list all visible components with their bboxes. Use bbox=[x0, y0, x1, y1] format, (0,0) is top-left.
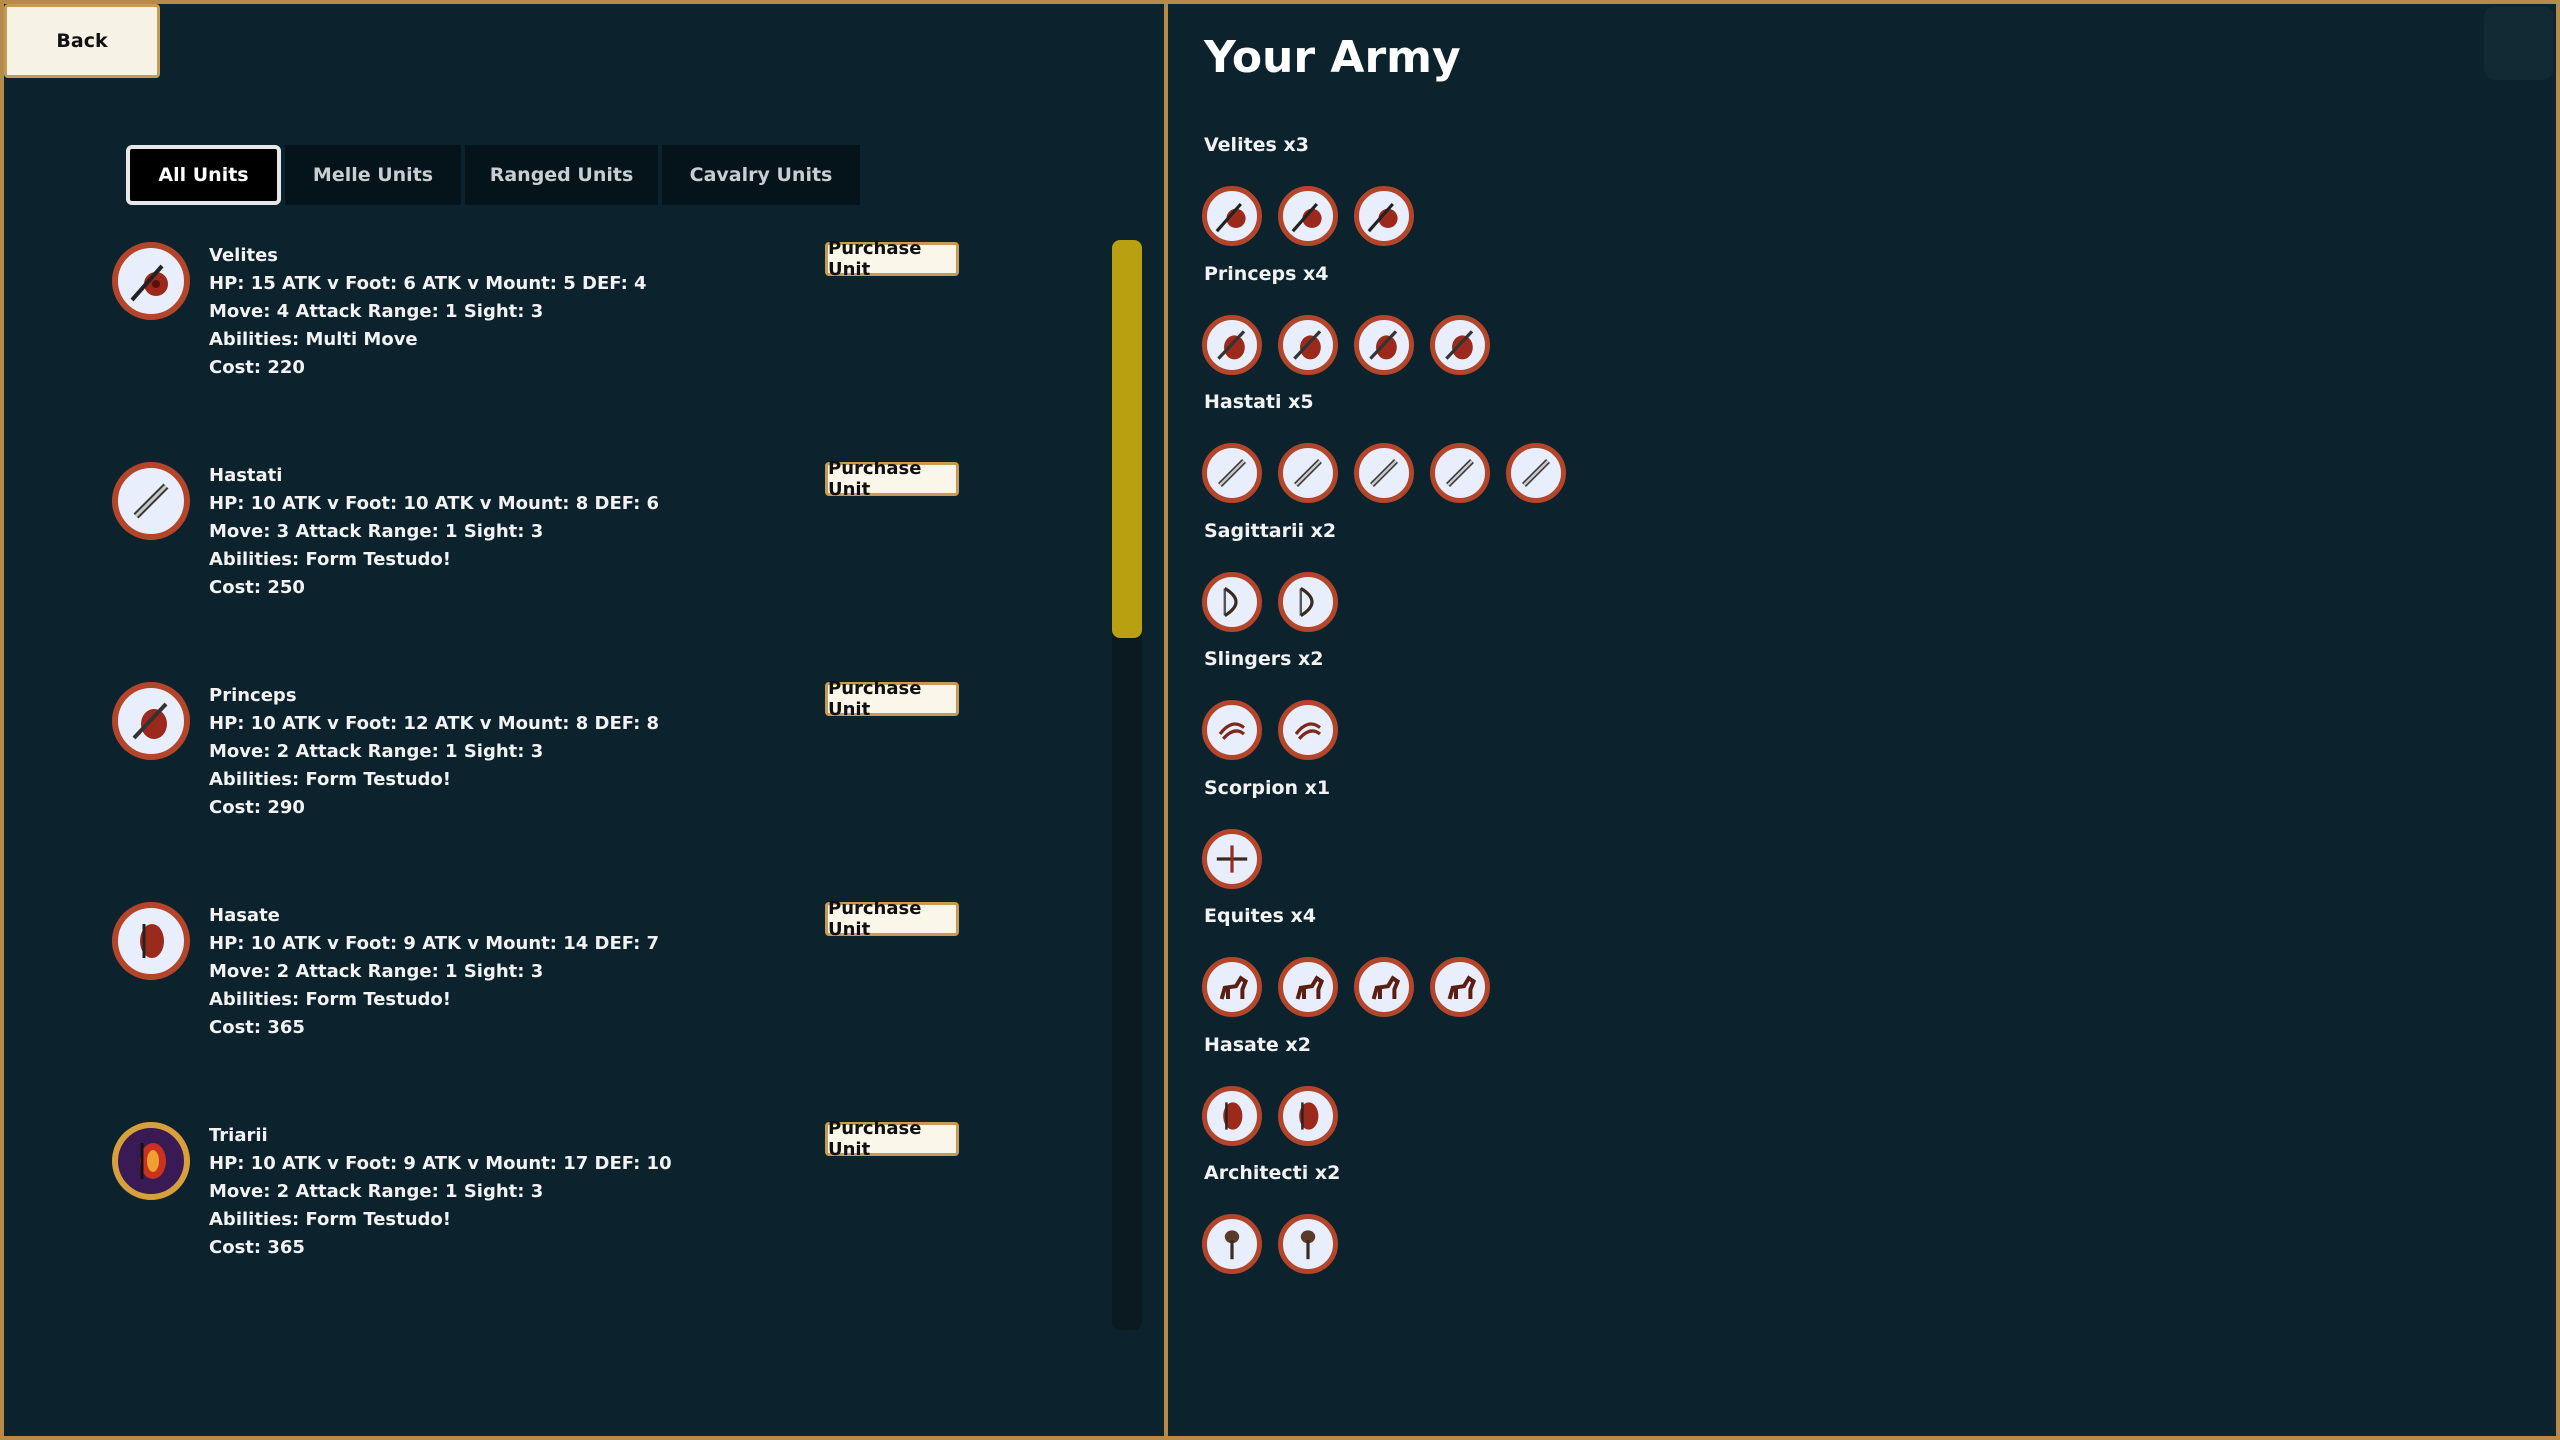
tab-ranged-units[interactable]: Ranged Units bbox=[465, 145, 658, 205]
unit-move: Move: 2 Attack Range: 1 Sight: 3 bbox=[209, 1181, 544, 1202]
army-group-icons bbox=[1202, 186, 1414, 246]
unit-move: Move: 3 Attack Range: 1 Sight: 3 bbox=[209, 521, 544, 542]
tab-all-units[interactable]: All Units bbox=[126, 145, 281, 205]
hammer-icon[interactable] bbox=[1278, 1214, 1338, 1274]
army-group-icons bbox=[1202, 443, 1566, 503]
unit-stats: HP: 10 ATK v Foot: 12 ATK v Mount: 8 DEF… bbox=[209, 713, 660, 734]
army-group-label: Hasate x2 bbox=[1204, 1033, 1311, 1056]
army-group-icons bbox=[1202, 700, 1338, 760]
purchase-unit-button[interactable]: Purchase Unit bbox=[825, 898, 959, 940]
sword-shield-icon[interactable] bbox=[1278, 314, 1338, 375]
bow-icon[interactable] bbox=[1202, 571, 1262, 632]
unit-abilities: Abilities: Form Testudo! bbox=[209, 1209, 452, 1230]
purchase-unit-button[interactable]: Purchase Unit bbox=[825, 1118, 959, 1160]
army-group-icons bbox=[1202, 571, 1338, 632]
sword-icon[interactable] bbox=[1278, 443, 1338, 503]
sword-icon[interactable] bbox=[1354, 443, 1414, 503]
unit-info: Princeps HP: 10 ATK v Foot: 12 ATK v Mou… bbox=[209, 682, 659, 822]
tab-melle-units[interactable]: Melle Units bbox=[285, 145, 461, 205]
purchase-unit-button[interactable]: Purchase Unit bbox=[825, 238, 959, 280]
unit-cost: Cost: 250 bbox=[209, 577, 305, 598]
great-shield-icon bbox=[112, 1122, 190, 1200]
unit-name: Hastati bbox=[209, 465, 283, 486]
unit-info: Triarii HP: 10 ATK v Foot: 9 ATK v Mount… bbox=[209, 1122, 672, 1262]
army-group-label: Sagittarii x2 bbox=[1204, 519, 1337, 542]
army-group-label: Architecti x2 bbox=[1204, 1162, 1341, 1184]
horse-icon[interactable] bbox=[1278, 957, 1338, 1017]
army-group-label: Slingers x2 bbox=[1204, 648, 1324, 670]
scrollbar-thumb[interactable] bbox=[1112, 240, 1142, 638]
unit-move: Move: 4 Attack Range: 1 Sight: 3 bbox=[209, 301, 544, 322]
unit-cost: Cost: 365 bbox=[209, 1017, 305, 1038]
army-group-icons bbox=[1202, 314, 1490, 375]
back-button[interactable]: Back bbox=[4, 4, 160, 78]
javelin-shield-icon[interactable] bbox=[1354, 186, 1414, 246]
unit-cost: Cost: 290 bbox=[209, 797, 305, 818]
army-group-label: Hastati x5 bbox=[1204, 391, 1314, 413]
tower-shield-icon[interactable] bbox=[1202, 1085, 1262, 1146]
sling-icon[interactable] bbox=[1278, 700, 1338, 760]
crossbow-icon[interactable] bbox=[1202, 828, 1262, 889]
hammer-icon[interactable] bbox=[1202, 1214, 1262, 1274]
unit-row-hastati: Hastati HP: 10 ATK v Foot: 10 ATK v Moun… bbox=[112, 458, 1012, 632]
unit-stats: HP: 15 ATK v Foot: 6 ATK v Mount: 5 DEF:… bbox=[209, 273, 647, 294]
unit-row-hasate: Hasate HP: 10 ATK v Foot: 9 ATK v Mount:… bbox=[112, 898, 1012, 1072]
army-group-icons bbox=[1202, 957, 1490, 1017]
unit-abilities: Abilities: Form Testudo! bbox=[209, 989, 452, 1010]
unit-abilities: Abilities: Form Testudo! bbox=[209, 549, 452, 570]
sling-icon[interactable] bbox=[1202, 700, 1262, 760]
purchase-unit-button[interactable]: Purchase Unit bbox=[825, 458, 959, 500]
unit-name: Triarii bbox=[209, 1125, 268, 1146]
unit-move: Move: 2 Attack Range: 1 Sight: 3 bbox=[209, 961, 544, 982]
horse-icon[interactable] bbox=[1354, 957, 1414, 1017]
unit-filter-tabs: All Units Melle Units Ranged Units Caval… bbox=[126, 145, 860, 205]
unit-row-velites: Velites HP: 15 ATK v Foot: 6 ATK v Mount… bbox=[112, 238, 1012, 412]
sword-icon bbox=[112, 462, 190, 540]
horse-icon[interactable] bbox=[1430, 957, 1490, 1017]
unit-stats: HP: 10 ATK v Foot: 9 ATK v Mount: 14 DEF… bbox=[209, 933, 660, 954]
unit-row-princeps: Princeps HP: 10 ATK v Foot: 12 ATK v Mou… bbox=[112, 678, 1012, 852]
army-title: Your Army bbox=[1204, 32, 1461, 83]
sword-icon[interactable] bbox=[1430, 443, 1490, 503]
army-group-label: Equites x4 bbox=[1204, 905, 1316, 927]
army-group-icons bbox=[1202, 828, 1262, 889]
javelin-shield-icon[interactable] bbox=[1278, 186, 1338, 246]
unit-cost: Cost: 365 bbox=[209, 1237, 305, 1258]
sword-shield-icon bbox=[112, 682, 190, 760]
army-group-icons bbox=[1202, 1085, 1338, 1146]
sword-icon[interactable] bbox=[1506, 443, 1566, 503]
bow-icon[interactable] bbox=[1278, 571, 1338, 632]
tab-cavalry-units[interactable]: Cavalry Units bbox=[662, 145, 860, 205]
unit-stats: HP: 10 ATK v Foot: 10 ATK v Mount: 8 DEF… bbox=[209, 493, 660, 514]
unit-name: Princeps bbox=[209, 685, 297, 706]
unit-info: Hastati HP: 10 ATK v Foot: 10 ATK v Moun… bbox=[209, 462, 659, 602]
unit-row-triarii: Triarii HP: 10 ATK v Foot: 9 ATK v Mount… bbox=[112, 1118, 1012, 1292]
army-group-label: Scorpion x1 bbox=[1204, 776, 1331, 799]
tower-shield-icon[interactable] bbox=[1278, 1085, 1338, 1146]
unit-abilities: Abilities: Form Testudo! bbox=[209, 769, 452, 790]
horse-icon[interactable] bbox=[1202, 957, 1262, 1017]
unit-stats: HP: 10 ATK v Foot: 9 ATK v Mount: 17 DEF… bbox=[209, 1153, 672, 1174]
sword-shield-icon[interactable] bbox=[1202, 314, 1262, 375]
sword-shield-icon[interactable] bbox=[1354, 314, 1414, 375]
purchase-unit-button[interactable]: Purchase Unit bbox=[825, 678, 959, 720]
sword-shield-icon[interactable] bbox=[1430, 314, 1490, 375]
sword-icon[interactable] bbox=[1202, 443, 1262, 503]
javelin-shield-icon bbox=[112, 242, 190, 320]
javelin-shield-icon[interactable] bbox=[1202, 186, 1262, 246]
unit-info: Velites HP: 15 ATK v Foot: 6 ATK v Mount… bbox=[209, 242, 647, 382]
army-group-label: Princeps x4 bbox=[1204, 262, 1329, 285]
tower-shield-icon bbox=[112, 902, 190, 980]
unit-info: Hasate HP: 10 ATK v Foot: 9 ATK v Mount:… bbox=[209, 902, 659, 1042]
army-group-label: Velites x3 bbox=[1204, 134, 1309, 156]
unit-name: Hasate bbox=[209, 905, 280, 926]
corner-badge bbox=[2484, 6, 2554, 80]
army-group-icons bbox=[1202, 1214, 1338, 1274]
unit-name: Velites bbox=[209, 245, 279, 266]
unit-abilities: Abilities: Multi Move bbox=[209, 329, 418, 350]
unit-cost: Cost: 220 bbox=[209, 357, 305, 378]
unit-move: Move: 2 Attack Range: 1 Sight: 3 bbox=[209, 741, 544, 762]
